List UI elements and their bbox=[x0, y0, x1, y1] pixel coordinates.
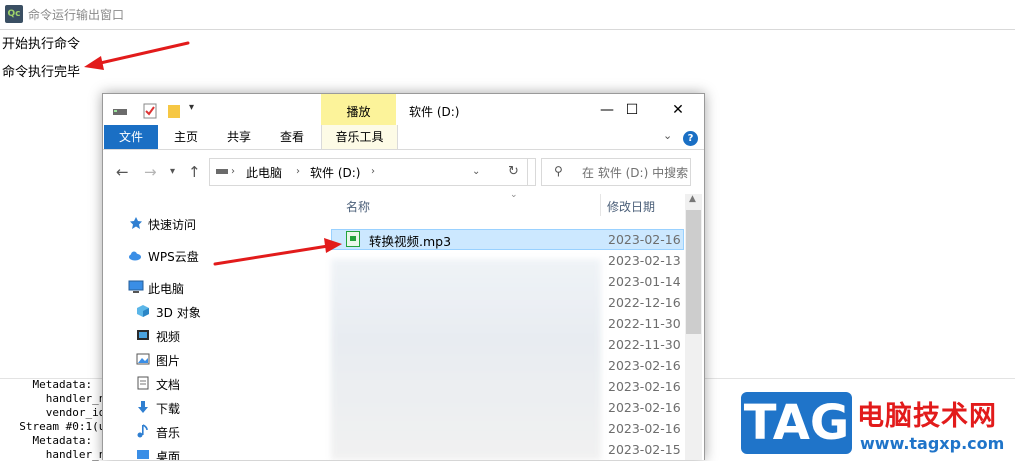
watermark-title: 电脑技术网 bbox=[857, 401, 997, 432]
watermark-url: www.tagxp.com bbox=[860, 434, 1005, 453]
arrow-to-file bbox=[213, 238, 342, 266]
tag-logo: TAG bbox=[741, 392, 852, 454]
annotation-arrows bbox=[84, 41, 342, 266]
arrow-to-output bbox=[84, 41, 190, 70]
